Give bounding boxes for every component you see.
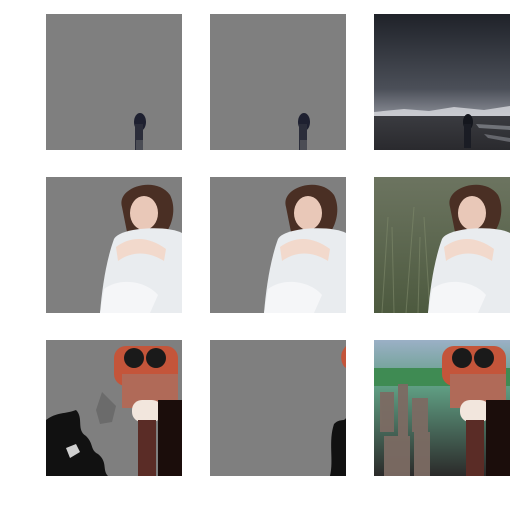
row1-original bbox=[374, 14, 510, 150]
row1-original-image bbox=[374, 14, 510, 150]
row1-mask-b-image bbox=[210, 14, 346, 150]
row3-mask-a-image bbox=[46, 340, 182, 476]
row2-original-image bbox=[374, 177, 510, 313]
row3-mask-a bbox=[46, 340, 182, 476]
row3-original-image bbox=[374, 340, 510, 476]
row2-mask-a-image bbox=[46, 177, 182, 313]
row3-original bbox=[374, 340, 510, 476]
row3-mask-b bbox=[210, 340, 346, 476]
row2-mask-b bbox=[210, 177, 346, 313]
row2-mask-a bbox=[46, 177, 182, 313]
row1-mask-a-image bbox=[46, 14, 182, 150]
row2-original bbox=[374, 177, 510, 313]
row1-mask-b bbox=[210, 14, 346, 150]
row2-mask-b-image bbox=[210, 177, 346, 313]
row1-mask-a bbox=[46, 14, 182, 150]
row3-mask-b-image bbox=[210, 340, 346, 476]
